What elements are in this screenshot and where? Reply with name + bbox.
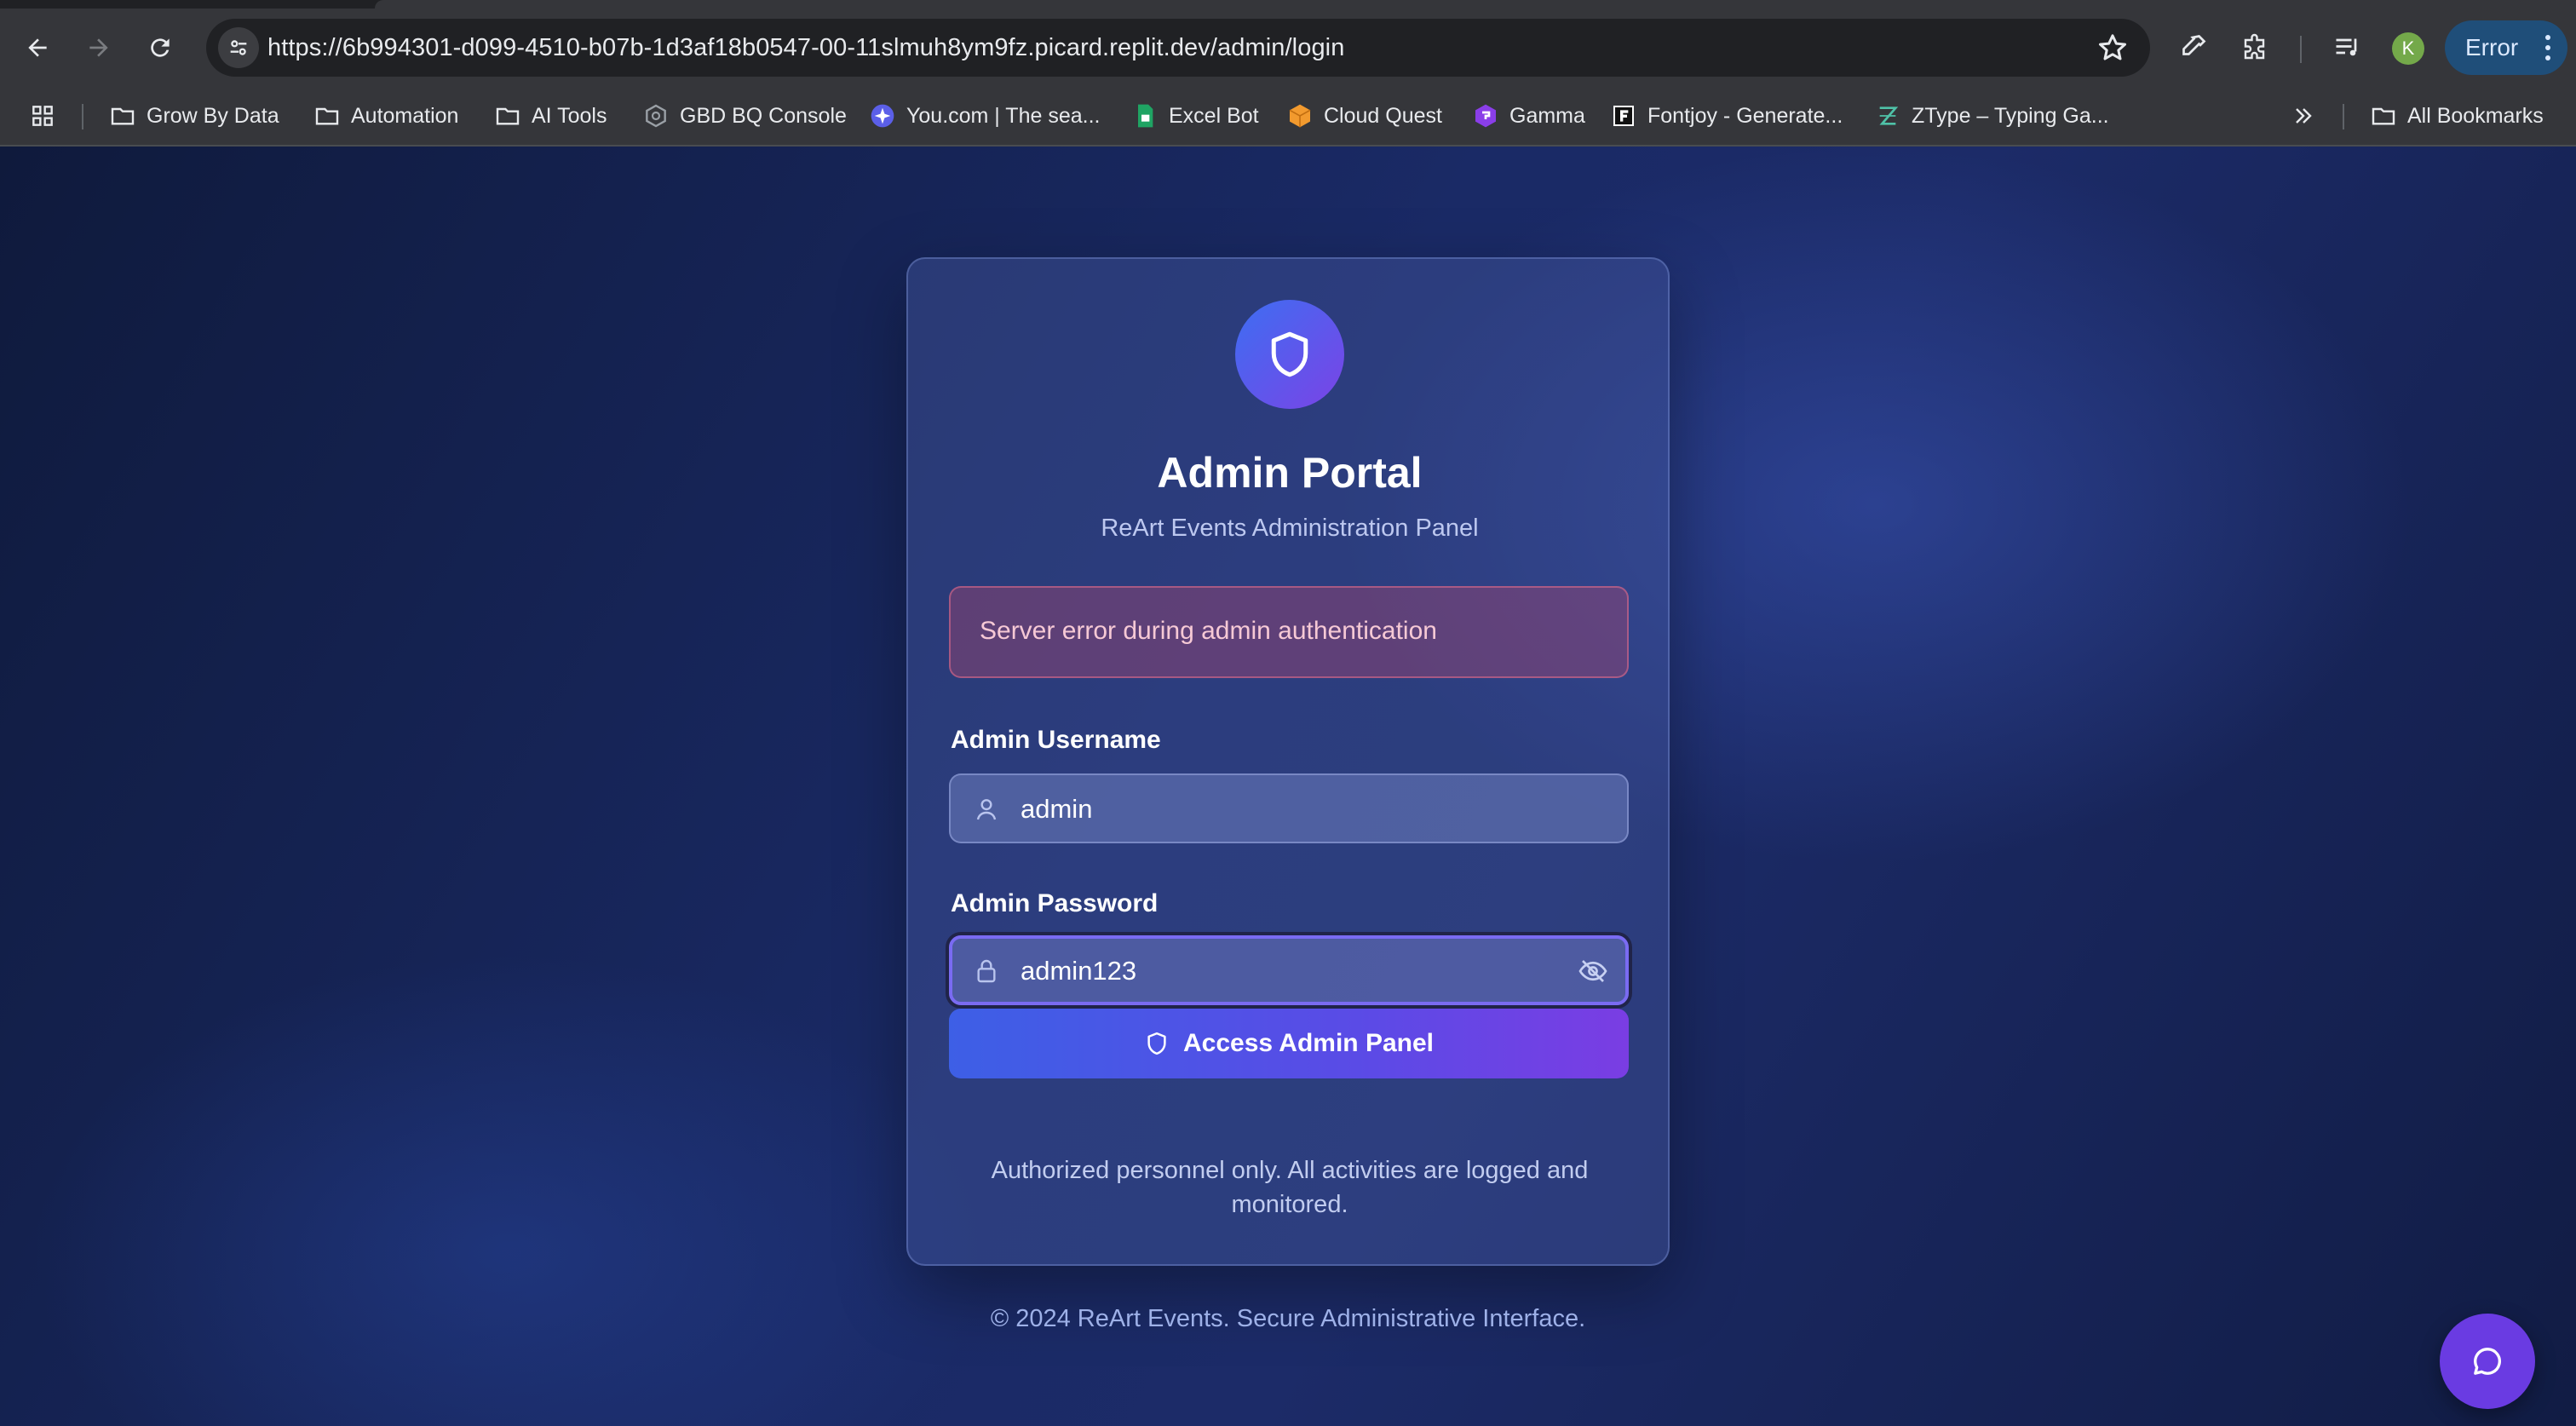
folder-icon [494,102,521,129]
url-text[interactable]: https://6b994301-d099-4510-b07b-1d3af18b… [267,34,1344,62]
bookmark-item[interactable]: Automation [313,99,458,133]
bookmark-label: Grow By Data [147,103,279,128]
bookmark-item[interactable]: You.com | The sea... [869,99,1100,133]
tab-strip [0,0,2576,9]
folder-icon [2370,102,2397,129]
toolbar-divider [2300,36,2302,63]
bookmarks-divider [82,104,83,129]
login-card: Admin Portal ReArt Events Administration… [906,257,1670,1266]
reload-button[interactable] [138,26,182,70]
bookmark-item[interactable]: Excel Bot [1131,99,1259,133]
shield-icon [1271,331,1308,377]
shield-badge [1235,300,1344,409]
active-tab[interactable] [375,0,2576,9]
apps-grid-icon [29,102,56,129]
folder-icon [109,102,136,129]
page-title: Admin Portal [1157,449,1423,497]
submit-label: Access Admin Panel [1182,1029,1434,1057]
folder-icon [313,102,341,129]
more-bookmarks-button[interactable] [2290,99,2317,133]
bookmark-item[interactable]: GBD BQ Console [642,99,847,133]
forward-arrow-icon [89,38,108,57]
all-bookmarks-button[interactable]: All Bookmarks [2370,99,2544,133]
error-label: Error [2465,34,2519,60]
username-label: Admin Username [951,726,1161,754]
double-chevron-icon [2290,102,2317,129]
all-bookmarks-label: All Bookmarks [2407,103,2544,128]
username-field[interactable]: admin [949,773,1629,843]
lock-icon [977,959,996,983]
bookmark-item[interactable]: Fontjoy - Generate... [1610,99,1843,133]
bookmark-label: Gamma [1509,103,1585,128]
access-admin-panel-button[interactable]: Access Admin Panel [949,1009,1629,1078]
page-subtitle: ReArt Events Administration Panel [1101,515,1479,542]
security-notice: Authorized personnel only. All activitie… [991,1157,1589,1218]
password-field[interactable]: admin123 [949,935,1629,1005]
extensions-puzzle-icon[interactable] [2237,29,2274,66]
eyedropper-extension-icon[interactable] [2174,29,2211,66]
error-alert: Server error during admin authentication [949,586,1629,678]
profile-avatar[interactable]: K [2392,32,2424,65]
cloud-console-icon [642,102,670,129]
footer-text: © 2024 ReArt Events. Secure Administrati… [990,1305,1586,1332]
bookmark-label: GBD BQ Console [680,103,847,128]
chat-bubble-icon [2474,1348,2501,1375]
bookmark-label: AI Tools [532,103,607,128]
media-controls-icon[interactable] [2329,29,2366,66]
password-label: Admin Password [951,889,1159,917]
bookmark-item[interactable]: Grow By Data [109,99,279,133]
gamma-icon [1472,102,1499,129]
address-bar[interactable]: https://6b994301-d099-4510-b07b-1d3af18b… [206,19,2150,77]
forward-button[interactable] [77,26,121,70]
shield-icon [1147,1032,1166,1055]
reload-icon [151,38,170,57]
profile-error-button[interactable]: Error [2445,20,2567,75]
page-background: Admin Portal ReArt Events Administration… [0,147,2576,1426]
menu-dots-icon[interactable] [2544,31,2552,65]
bookmark-label: You.com | The sea... [906,103,1101,128]
site-settings-icon[interactable] [218,27,259,68]
apps-grid-button[interactable] [29,99,56,133]
bookmark-label: Automation [351,103,459,128]
bookmark-item[interactable]: Cloud Quest [1286,99,1442,133]
bookmark-item[interactable]: ZType – Typing Ga... [1874,99,2109,133]
chat-button[interactable] [2440,1314,2535,1409]
youcom-icon [869,102,896,129]
bookmark-star-icon[interactable] [2096,31,2130,65]
bookmark-label: Excel Bot [1169,103,1259,128]
password-value: admin123 [1021,956,1137,986]
bookmarks-bar: Grow By Data Automation AI Tools GBD BQ … [0,87,2576,147]
eye-off-icon[interactable] [1578,956,1608,986]
bookmarks-divider [2343,104,2344,129]
user-icon [976,799,997,820]
browser-toolbar: https://6b994301-d099-4510-b07b-1d3af18b… [0,9,2576,87]
bookmark-item[interactable]: AI Tools [494,99,607,133]
bookmark-label: ZType – Typing Ga... [1912,103,2109,128]
back-arrow-icon [28,38,47,57]
sheets-icon [1131,102,1159,129]
browser-chrome: https://6b994301-d099-4510-b07b-1d3af18b… [0,0,2576,147]
bookmark-label: Fontjoy - Generate... [1647,103,1843,128]
cube-icon [1286,102,1314,129]
ztype-icon [1874,102,1901,129]
bookmark-label: Cloud Quest [1324,103,1442,128]
fontjoy-icon [1610,102,1637,129]
back-button[interactable] [15,26,60,70]
bookmark-item[interactable]: Gamma [1472,99,1585,133]
username-value: admin [1021,794,1093,824]
